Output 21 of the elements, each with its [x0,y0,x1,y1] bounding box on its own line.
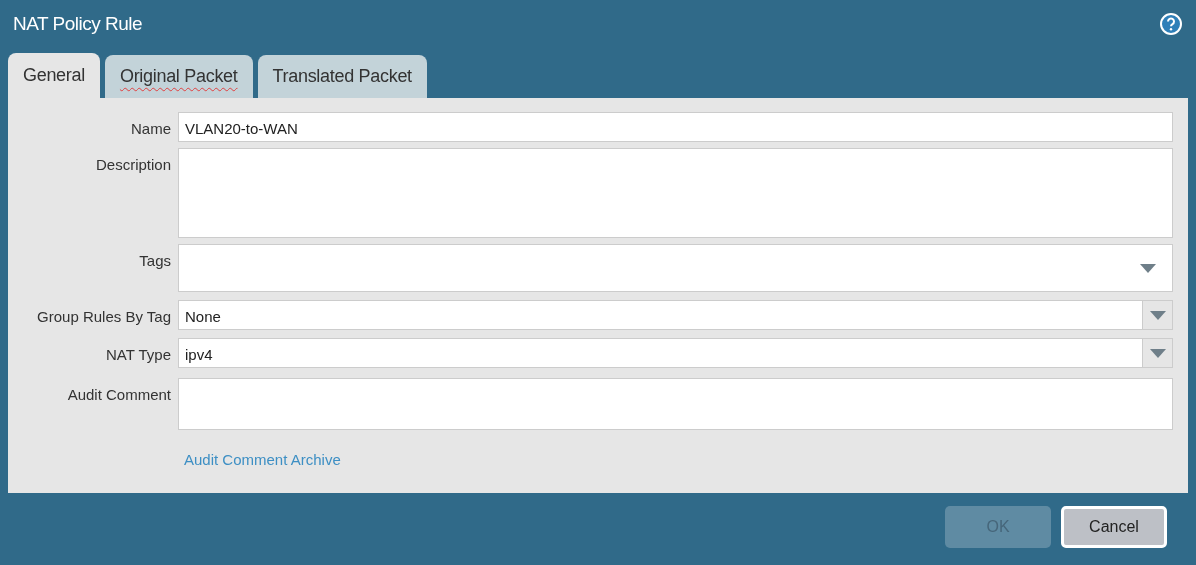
audit-comment-text-area[interactable] [178,378,1173,430]
dropdown-caret-icon [1149,310,1166,320]
select-dropdown[interactable]: ipv4 [178,338,1173,368]
field-label: Audit Comment [66,385,171,405]
select-dropdown[interactable]: None [178,300,1173,330]
field-label: NAT Type [104,345,171,365]
tab[interactable]: General [8,53,100,98]
help-icon[interactable] [1160,13,1182,35]
field-label: Description [94,155,171,175]
dropdown-caret-icon [1140,263,1156,273]
tab[interactable]: Original Packet [104,55,253,98]
description-text-area[interactable] [178,148,1173,238]
tab[interactable]: Translated Packet [257,55,427,98]
field-label: Tags [138,251,171,271]
dropdown-caret-icon [1149,348,1166,358]
tags-dropdown[interactable] [178,244,1173,292]
field-label: Group Rules By Tag [36,307,171,327]
dialog-button[interactable]: Cancel [1061,506,1167,548]
window-title: NAT Policy Rule [13,11,143,36]
field-label: Name [130,119,171,139]
name-input-field[interactable]: VLAN20-to-WAN [178,112,1173,142]
